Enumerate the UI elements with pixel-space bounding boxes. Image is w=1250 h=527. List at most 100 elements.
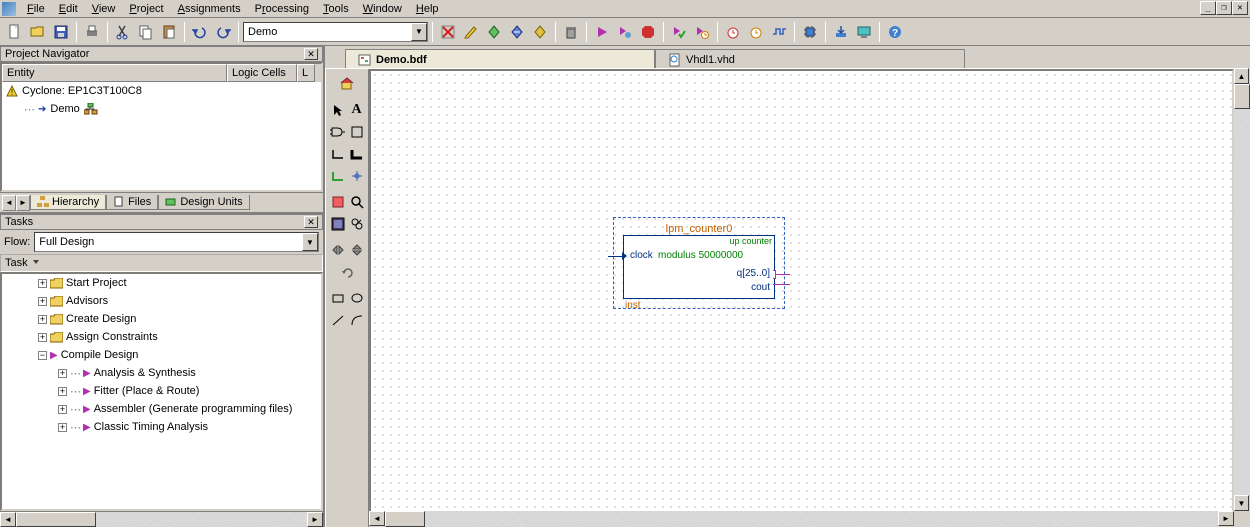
col-entity[interactable]: Entity: [2, 64, 227, 82]
play-gear-button[interactable]: [614, 21, 636, 43]
help-button[interactable]: ?: [884, 21, 906, 43]
expander-icon[interactable]: +: [58, 369, 67, 378]
pencil-button[interactable]: [460, 21, 482, 43]
expander-icon[interactable]: +: [58, 423, 67, 432]
task-compile-design[interactable]: − ▶ Compile Design: [2, 346, 321, 364]
canvas-hscrollbar[interactable]: ◄ ►: [369, 511, 1234, 527]
chevron-down-icon[interactable]: ▼: [411, 23, 427, 41]
palette-text[interactable]: A: [347, 100, 366, 120]
redo-button[interactable]: [212, 21, 234, 43]
tab-scroll-right[interactable]: ►: [16, 195, 30, 211]
panel-close-button[interactable]: ✕: [304, 48, 318, 60]
download-button[interactable]: [830, 21, 852, 43]
palette-block[interactable]: [347, 122, 366, 142]
device-row[interactable]: ! Cyclone: EP1C3T100C8: [2, 82, 321, 100]
menu-tools[interactable]: Tools: [316, 2, 356, 16]
file-tab-vhdl[interactable]: Vhdl1.vhd: [655, 49, 965, 68]
task-fitter[interactable]: + ⋯ ▶ Fitter (Place & Route): [2, 382, 321, 400]
palette-wire-ortho[interactable]: [328, 144, 347, 164]
paste-button[interactable]: [158, 21, 180, 43]
copy-button[interactable]: [135, 21, 157, 43]
task-assign-constraints[interactable]: + Assign Constraints: [2, 328, 321, 346]
palette-flip-h[interactable]: [328, 240, 347, 260]
diamond-blue-button[interactable]: [506, 21, 528, 43]
expander-icon[interactable]: +: [38, 333, 47, 342]
scroll-thumb[interactable]: [1234, 84, 1250, 109]
palette-sheet[interactable]: [328, 192, 347, 212]
stop-button[interactable]: [637, 21, 659, 43]
clock-red-button[interactable]: [722, 21, 744, 43]
trash-button[interactable]: [560, 21, 582, 43]
play-clock-button[interactable]: [691, 21, 713, 43]
chevron-down-icon[interactable]: ▼: [302, 233, 318, 251]
diamond-green-button[interactable]: [483, 21, 505, 43]
palette-arc[interactable]: [347, 310, 366, 330]
monitor-button[interactable]: [853, 21, 875, 43]
scroll-up[interactable]: ▲: [1234, 68, 1249, 84]
task-create-design[interactable]: + Create Design: [2, 310, 321, 328]
open-button[interactable]: [27, 21, 49, 43]
lpm-counter-block[interactable]: lpm_counter0 up counter clock modulus 50…: [623, 223, 775, 299]
minimize-button[interactable]: _: [1200, 1, 1216, 15]
palette-snap[interactable]: [347, 166, 366, 186]
flow-combo[interactable]: Full Design ▼: [34, 232, 319, 252]
palette-zoom[interactable]: [347, 192, 366, 212]
task-column-header[interactable]: Task: [0, 254, 323, 272]
diamond-yellow-button[interactable]: [529, 21, 551, 43]
cout-port[interactable]: [773, 284, 790, 285]
task-start-project[interactable]: + Start Project: [2, 274, 321, 292]
palette-line[interactable]: [328, 310, 347, 330]
settings-red-button[interactable]: [437, 21, 459, 43]
schematic-canvas[interactable]: lpm_counter0 up counter clock modulus 50…: [369, 69, 1234, 527]
menu-help[interactable]: Help: [409, 2, 446, 16]
expander-icon[interactable]: +: [58, 387, 67, 396]
tab-scroll-left[interactable]: ◄: [2, 195, 16, 211]
wave-button[interactable]: [768, 21, 790, 43]
undo-button[interactable]: [189, 21, 211, 43]
play-check-button[interactable]: [668, 21, 690, 43]
expander-icon[interactable]: −: [38, 351, 47, 360]
project-combo[interactable]: Demo ▼: [243, 22, 428, 42]
scroll-right[interactable]: ►: [307, 512, 323, 527]
menu-window[interactable]: Window: [356, 2, 409, 16]
scroll-thumb[interactable]: [16, 512, 96, 527]
menu-project[interactable]: Project: [122, 2, 170, 16]
new-button[interactable]: [4, 21, 26, 43]
scroll-left[interactable]: ◄: [369, 511, 385, 526]
palette-find[interactable]: [347, 214, 366, 234]
palette-conduit[interactable]: [328, 166, 347, 186]
cut-button[interactable]: [112, 21, 134, 43]
q-port[interactable]: [773, 270, 790, 279]
palette-oval[interactable]: [347, 288, 366, 308]
save-button[interactable]: [50, 21, 72, 43]
scroll-left[interactable]: ◄: [0, 512, 16, 527]
tasks-close-button[interactable]: ✕: [304, 216, 318, 228]
print-button[interactable]: [81, 21, 103, 43]
canvas-vscrollbar[interactable]: ▲ ▼: [1234, 68, 1250, 511]
menu-edit[interactable]: Edit: [52, 2, 85, 16]
menu-file[interactable]: File: [20, 2, 52, 16]
expander-icon[interactable]: +: [38, 315, 47, 324]
tab-hierarchy[interactable]: Hierarchy: [30, 195, 106, 210]
menu-view[interactable]: View: [85, 2, 123, 16]
close-button[interactable]: ✕: [1232, 1, 1248, 15]
palette-fullscreen[interactable]: [328, 214, 347, 234]
palette-rect[interactable]: [328, 288, 347, 308]
tab-files[interactable]: Files: [106, 195, 158, 210]
palette-home[interactable]: [337, 74, 357, 94]
expander-icon[interactable]: +: [38, 279, 47, 288]
scroll-down[interactable]: ▼: [1234, 495, 1249, 511]
clock-orange-button[interactable]: [745, 21, 767, 43]
palette-pointer[interactable]: [328, 100, 347, 120]
chip-blue-button[interactable]: [799, 21, 821, 43]
file-tab-demo[interactable]: Demo.bdf: [345, 49, 655, 68]
task-advisors[interactable]: + Advisors: [2, 292, 321, 310]
task-assembler[interactable]: + ⋯ ▶ Assembler (Generate programming fi…: [2, 400, 321, 418]
menu-assignments[interactable]: Assignments: [171, 2, 248, 16]
palette-gate[interactable]: [328, 122, 347, 142]
palette-rotate[interactable]: [337, 262, 357, 282]
palette-wire-bus[interactable]: [347, 144, 366, 164]
task-timing[interactable]: + ⋯ ▶ Classic Timing Analysis: [2, 418, 321, 436]
play-button[interactable]: [591, 21, 613, 43]
tasks-hscrollbar[interactable]: ◄ ►: [0, 511, 323, 527]
